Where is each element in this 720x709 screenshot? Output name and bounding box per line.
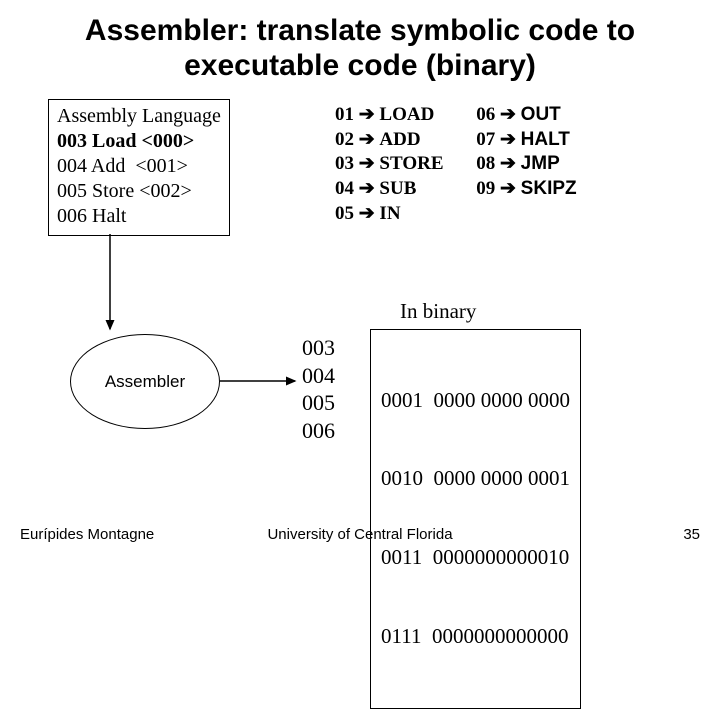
addr-row: 005 [302,389,335,417]
asm-row: 004 Add <001> [57,154,221,179]
binary-box: 0001 0000 0000 0000 0010 0000 0000 0001 … [370,329,581,709]
opcode-row: 07 ➔ HALT [476,128,576,153]
opcode-row: 06 ➔ OUT [476,103,576,128]
opcode-row: 02 ➔ ADD [335,128,444,153]
slide-content: Assembly Language 003 Load <000> 004 Add… [0,89,720,509]
asm-row: 006 Halt [57,204,221,229]
binary-addresses: 003 004 005 006 [302,334,335,444]
asm-row: 005 Store <002> [57,179,221,204]
assembly-heading: Assembly Language [57,104,221,129]
opcode-table: 01 ➔ LOAD 02 ➔ ADD 03 ➔ STORE 04 ➔ SUB 0… [335,103,577,226]
assembly-language-box: Assembly Language 003 Load <000> 004 Add… [48,99,230,236]
opcode-row: 03 ➔ STORE [335,152,444,177]
opcode-col1: 01 ➔ LOAD 02 ➔ ADD 03 ➔ STORE 04 ➔ SUB 0… [335,103,444,226]
assembler-label: Assembler [105,372,185,392]
asm-row: 003 Load <000> [57,129,221,154]
opcode-row: 09 ➔ SKIPZ [476,177,576,202]
footer-page: 35 [683,526,700,543]
opcode-col2: 06 ➔ OUT 07 ➔ HALT 08 ➔ JMP 09 ➔ SKIPZ [476,103,576,202]
opcode-row: 08 ➔ JMP [476,152,576,177]
slide-title: Assembler: translate symbolic code to ex… [0,0,720,89]
binary-row: 0010 0000 0000 0001 [381,465,570,491]
opcode-row: 01 ➔ LOAD [335,103,444,128]
addr-row: 003 [302,334,335,362]
binary-row: 0011 0000000000010 [381,544,570,570]
addr-row: 006 [302,417,335,445]
binary-row: 0111 0000000000000 [381,623,570,649]
opcode-row: 05 ➔ IN [335,202,444,227]
binary-heading: In binary [400,299,476,324]
opcode-row: 04 ➔ SUB [335,177,444,202]
binary-row: 0001 0000 0000 0000 [381,387,570,413]
assembler-node: Assembler [70,334,220,429]
footer-org: University of Central Florida [0,526,720,543]
addr-row: 004 [302,362,335,390]
